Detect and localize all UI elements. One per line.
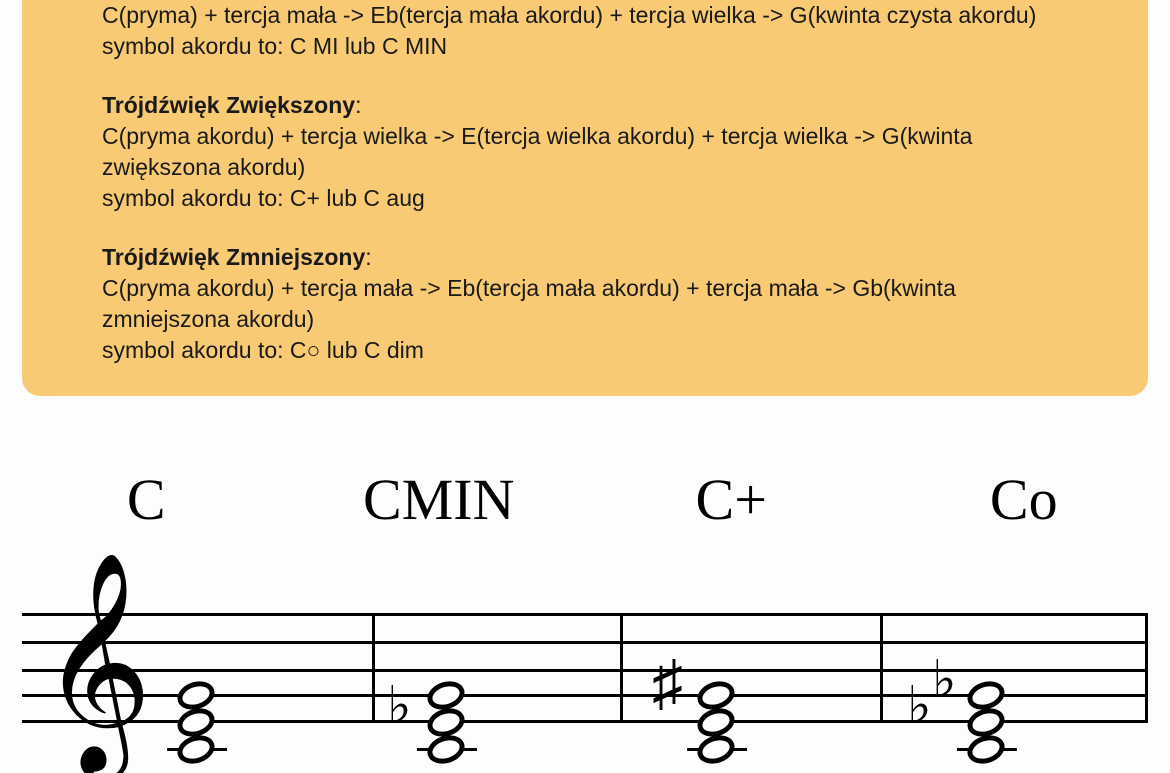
flat-icon: ♭ [932, 655, 957, 707]
chord-c-major [172, 573, 292, 773]
info-box: C(pryma) + tercja mała -> Eb(tercja mała… [22, 0, 1148, 396]
barline-end [1145, 613, 1148, 723]
note-eb [964, 704, 1008, 741]
triad-augmented-title: Trójdźwięk Zwiększony [102, 92, 355, 118]
music-staff: 𝄞 ♭ ♯ ♭ ♭ [22, 573, 1148, 773]
triad-augmented-symbol: symbol akordu to: C+ lub C aug [102, 183, 1068, 214]
triad-diminished-body: C(pryma akordu) + tercja mała -> Eb(terc… [102, 273, 1068, 335]
note-gsharp [694, 677, 738, 714]
note-c [174, 731, 218, 768]
chord-c-augmented: ♯ [692, 573, 812, 773]
note-eb [424, 704, 468, 741]
triad-minor-section: C(pryma) + tercja mała -> Eb(tercja mała… [102, 0, 1068, 62]
note-e [694, 704, 738, 741]
treble-clef-icon: 𝄞 [40, 568, 152, 758]
note-c [694, 731, 738, 768]
note-e [174, 704, 218, 741]
triad-augmented-section: Trójdźwięk Zwiększony: C(pryma akordu) +… [102, 90, 1068, 214]
barline-3 [880, 613, 883, 723]
chord-c-diminished: ♭ ♭ [962, 573, 1082, 773]
note-gb [964, 677, 1008, 714]
flat-icon: ♭ [907, 681, 932, 733]
flat-icon: ♭ [387, 681, 412, 733]
chord-label-diminished: Co [878, 466, 1170, 533]
triad-minor-symbol: symbol akordu to: C MI lub C MIN [102, 31, 1068, 62]
triad-diminished-section: Trójdźwięk Zmniejszony: C(pryma akordu) … [102, 242, 1068, 366]
sharp-icon: ♯ [652, 653, 683, 715]
triad-diminished-symbol: symbol akordu to: C○ lub C dim [102, 335, 1068, 366]
note-g [174, 677, 218, 714]
note-c [424, 731, 468, 768]
note-g [424, 677, 468, 714]
chord-label-augmented: C+ [585, 466, 878, 533]
chord-label-major: C [0, 466, 293, 533]
triad-diminished-title: Trójdźwięk Zmniejszony [102, 244, 365, 270]
barline-1 [372, 613, 375, 723]
chord-label-minor: CMIN [293, 466, 586, 533]
triad-minor-partial-line: C(pryma) + tercja mała -> Eb(tercja mała… [102, 0, 1068, 31]
chord-c-minor: ♭ [422, 573, 542, 773]
chord-labels-row: C CMIN C+ Co [0, 466, 1170, 533]
barline-2 [620, 613, 623, 723]
note-c [964, 731, 1008, 768]
triad-augmented-body: C(pryma akordu) + tercja wielka -> E(ter… [102, 121, 1068, 183]
